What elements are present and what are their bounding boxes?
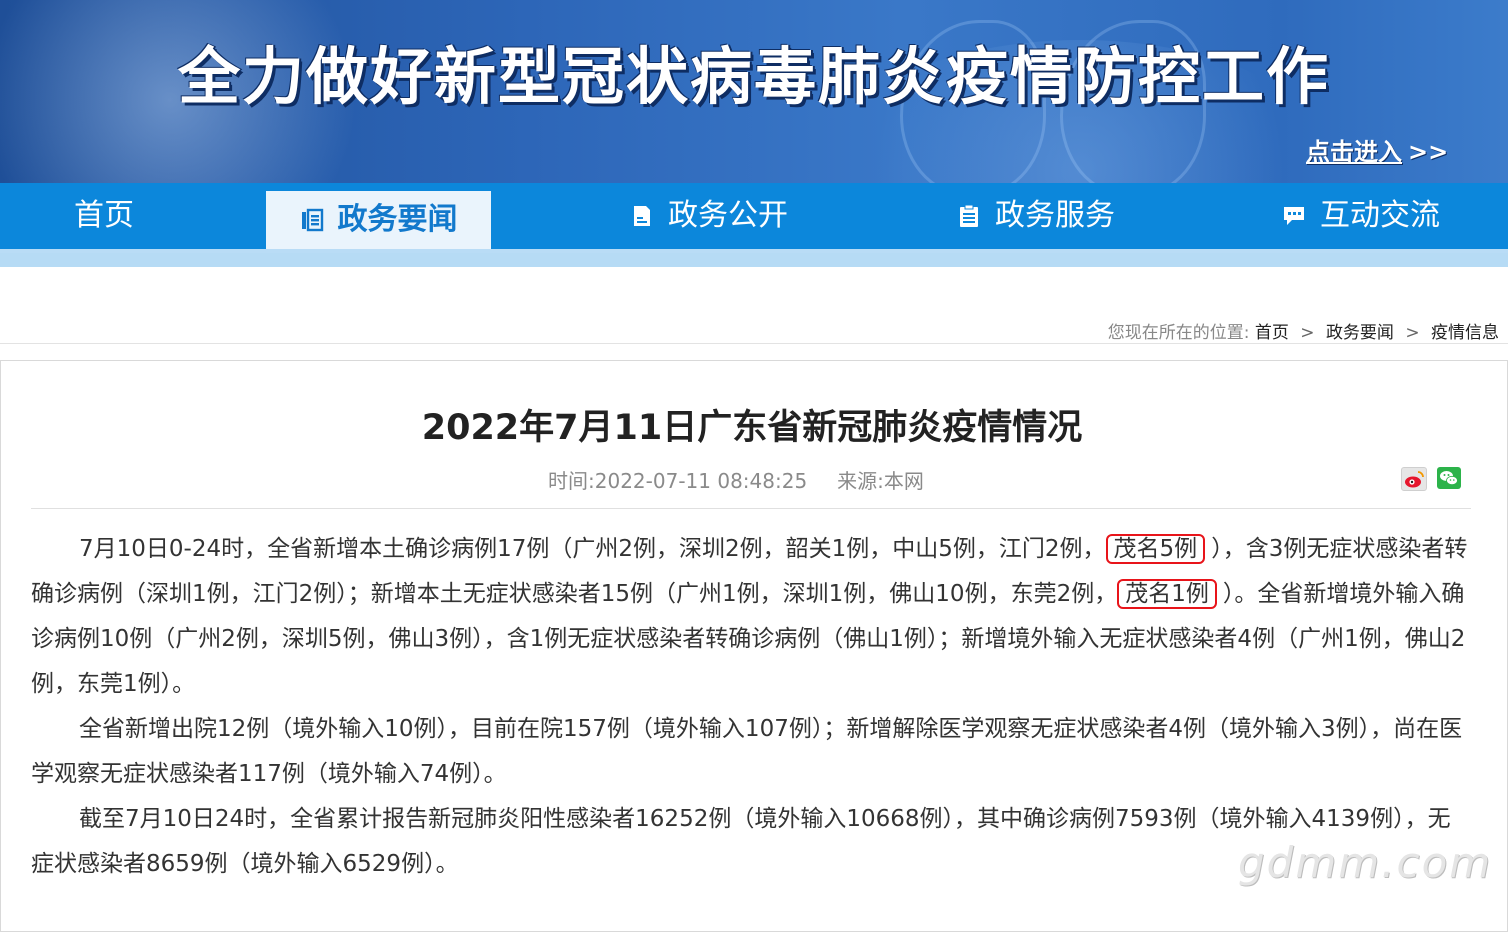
weibo-share-button[interactable] [1401,467,1427,491]
paragraph: 7月10日0-24时，全省新增本土确诊病例17例（广州2例，深圳2例，韶关1例，… [31,527,1471,707]
weibo-icon [1405,471,1424,488]
chat-icon [1284,207,1304,225]
enter-link[interactable]: 点击进入 >> [1306,132,1448,167]
nav-subbar [0,253,1508,267]
breadcrumb: 您现在所在的位置: 首页 > 政务要闻 > 疫情信息 [1108,318,1499,343]
wechat-icon [1440,471,1458,486]
watermark: gdmm.com [1238,838,1493,887]
breadcrumb-epidemic[interactable]: 疫情信息 [1431,323,1499,343]
nav-item-news[interactable]: 政务要闻 [266,191,491,249]
paragraph-text: 7月10日0-24时，全省新增本土确诊病例17例（广州2例，深圳2例，韶关1例，… [79,536,1106,562]
time-label: 时间: [548,469,595,493]
news-list-icon [301,208,323,232]
article-meta: 时间:2022-07-11 08:48:25 来源:本网 [548,465,924,494]
main-nav: 首页 政务要闻 政务公开 政务服务 互动交流 [0,183,1508,253]
nav-item-label: 政务服务 [995,198,1115,233]
highlight-maoming-asymptomatic: 茂名1例 [1117,579,1217,609]
nav-item-service[interactable]: 政务服务 [957,183,1115,249]
article-title: 2022年7月11日广东省新冠肺炎疫情情况 [421,408,1083,448]
clipboard-icon [960,204,978,227]
meta-divider [31,508,1471,509]
enter-link-label: 点击进入 [1306,138,1402,166]
banner-title: 全力做好新型冠状病毒肺炎疫情防控工作 [177,40,1330,113]
wechat-share-button[interactable] [1437,467,1461,489]
top-banner[interactable]: 全力做好新型冠状病毒肺炎疫情防控工作 点击进入 >> [0,0,1508,183]
nav-item-interact[interactable]: 互动交流 [1282,183,1440,249]
nav-item-label: 政务要闻 [337,202,458,237]
nav-item-label: 首页 [74,198,134,233]
source-label: 来源: [837,469,884,493]
paragraph: 全省新增出院12例（境外输入10例），目前在院157例（境外输入107例）；新增… [31,716,1463,787]
document-icon [634,206,650,226]
nav-item-label: 互动交流 [1320,198,1440,233]
enter-arrows: >> [1408,138,1449,166]
nav-item-public[interactable]: 政务公开 [630,183,788,249]
article-body: 7月10日0-24时，全省新增本土确诊病例17例（广州2例，深圳2例，韶关1例，… [31,527,1471,887]
breadcrumb-separator: > [1300,323,1315,343]
breadcrumb-prefix: 您现在所在的位置: [1107,323,1250,343]
nav-item-label: 政务公开 [668,198,788,233]
breadcrumb-separator: > [1405,323,1420,343]
breadcrumb-divider [0,343,1508,344]
highlight-maoming-confirmed: 茂名5例 [1105,534,1206,564]
nav-item-home[interactable]: 首页 [74,183,134,249]
source-value: 本网 [883,469,924,493]
breadcrumb-news[interactable]: 政务要闻 [1326,323,1394,343]
publish-time: 2022-07-11 08:48:25 [594,469,808,493]
breadcrumb-home[interactable]: 首页 [1255,323,1289,343]
